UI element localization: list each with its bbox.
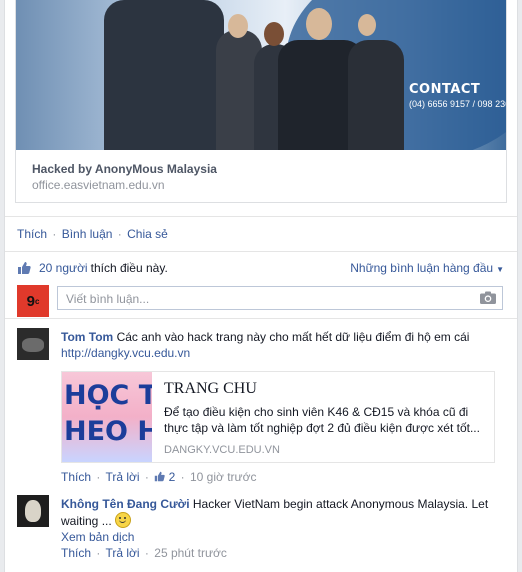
likes-summary: 20 người thích điều này.: [17, 261, 168, 275]
person-head: [358, 14, 376, 36]
camera-icon[interactable]: [480, 291, 496, 304]
comment-timestamp[interactable]: 25 phút trước: [154, 546, 227, 560]
shared-link-preview[interactable]: CONTACT (04) 6656 9157 / 098 236 Hacked …: [15, 0, 507, 203]
comment-input-box[interactable]: [57, 286, 503, 310]
comment-meta: Thích · Trả lời · 2 · 10 giờ trước: [61, 470, 256, 484]
link-attachment[interactable]: HỌC T HEO HỌ TRANG CHU Để tạo điều kiện …: [61, 371, 495, 463]
attachment-domain: DANGKY.VCU.EDU.VN: [164, 444, 280, 456]
person-head: [306, 8, 332, 40]
comment-meta: Thích · Trả lời · 25 phút trước: [61, 546, 227, 560]
person-figure: [104, 0, 224, 150]
like-link[interactable]: Thích: [17, 227, 47, 241]
avatar[interactable]: 9c: [17, 285, 49, 317]
thumbnail-text-line: HEO HỌ: [64, 416, 152, 447]
image-contact-label: CONTACT: [409, 82, 481, 97]
comment-like-link[interactable]: Thích: [61, 470, 91, 484]
person-head: [264, 22, 284, 46]
shared-link-image[interactable]: CONTACT (04) 6656 9157 / 098 236: [16, 0, 506, 150]
smile-emoji-icon: [115, 512, 132, 528]
post-card: CONTACT (04) 6656 9157 / 098 236 Hacked …: [4, 0, 518, 572]
divider: [5, 216, 517, 217]
divider: [5, 318, 517, 319]
comment-sort-dropdown[interactable]: Những bình luận hàng đầu ▼: [350, 261, 504, 275]
thumbs-up-icon: [18, 262, 31, 274]
avatar[interactable]: [17, 495, 49, 527]
comment-link[interactable]: Bình luận: [62, 227, 113, 241]
separator: ·: [96, 470, 101, 484]
attachment-title[interactable]: TRANG CHU: [164, 380, 257, 398]
comment-text: Tom Tom Các anh vào hack trang này cho m…: [61, 329, 501, 361]
comment-sort-label: Những bình luận hàng đầu: [350, 261, 494, 275]
post-actions: Thích · Bình luận · Chia sẻ: [17, 227, 168, 241]
person-figure: [348, 40, 404, 150]
separator: ·: [144, 470, 149, 484]
image-phone-text: (04) 6656 9157 / 098 236: [409, 99, 506, 109]
comment-text: Không Tên Đang Cười Hacker VietNam begin…: [61, 496, 501, 545]
likes-text: thích điều này.: [90, 261, 168, 275]
attachment-thumbnail[interactable]: HỌC T HEO HỌ: [62, 372, 152, 462]
comment-timestamp[interactable]: 10 giờ trước: [190, 470, 256, 484]
comment-reply-link[interactable]: Trả lời: [105, 470, 139, 484]
separator: ·: [52, 227, 57, 241]
avatar-image-detail: [22, 338, 44, 352]
shared-link-domain: office.easvietnam.edu.vn: [32, 178, 165, 192]
comment-link-url[interactable]: http://dangky.vcu.edu.vn: [61, 346, 190, 360]
comment-author[interactable]: Tom Tom: [61, 330, 113, 344]
share-link[interactable]: Chia sẻ: [127, 227, 168, 241]
avatar-sup: c: [34, 296, 40, 306]
separator: ·: [180, 470, 185, 484]
thumbnail-text-line: HỌC T: [64, 380, 152, 411]
shared-link-title[interactable]: Hacked by AnonyMous Malaysia: [32, 162, 217, 176]
comment-input[interactable]: [64, 288, 478, 310]
attachment-description: Để tạo điều kiện cho sinh viên K46 & CĐ1…: [164, 405, 480, 435]
comment-body: Các anh vào hack trang này cho mất hết d…: [116, 330, 470, 344]
avatar-text: 9: [26, 292, 35, 310]
thumbs-up-icon: [155, 471, 165, 482]
person-head: [228, 14, 248, 38]
separator: ·: [117, 227, 122, 241]
likes-count-link[interactable]: 20 người: [39, 261, 88, 275]
comment-like-link[interactable]: Thích: [61, 546, 91, 560]
divider: [5, 251, 517, 252]
separator: ·: [144, 546, 149, 560]
chevron-down-icon: ▼: [496, 265, 504, 274]
comment-author[interactable]: Không Tên Đang Cười: [61, 497, 190, 511]
comment-reply-link[interactable]: Trả lời: [105, 546, 139, 560]
see-translation-link[interactable]: Xem bản dịch: [61, 530, 134, 544]
comment-like-count[interactable]: 2: [169, 470, 176, 484]
separator: ·: [96, 546, 101, 560]
avatar[interactable]: [17, 328, 49, 360]
avatar-mask-detail: [25, 500, 41, 522]
